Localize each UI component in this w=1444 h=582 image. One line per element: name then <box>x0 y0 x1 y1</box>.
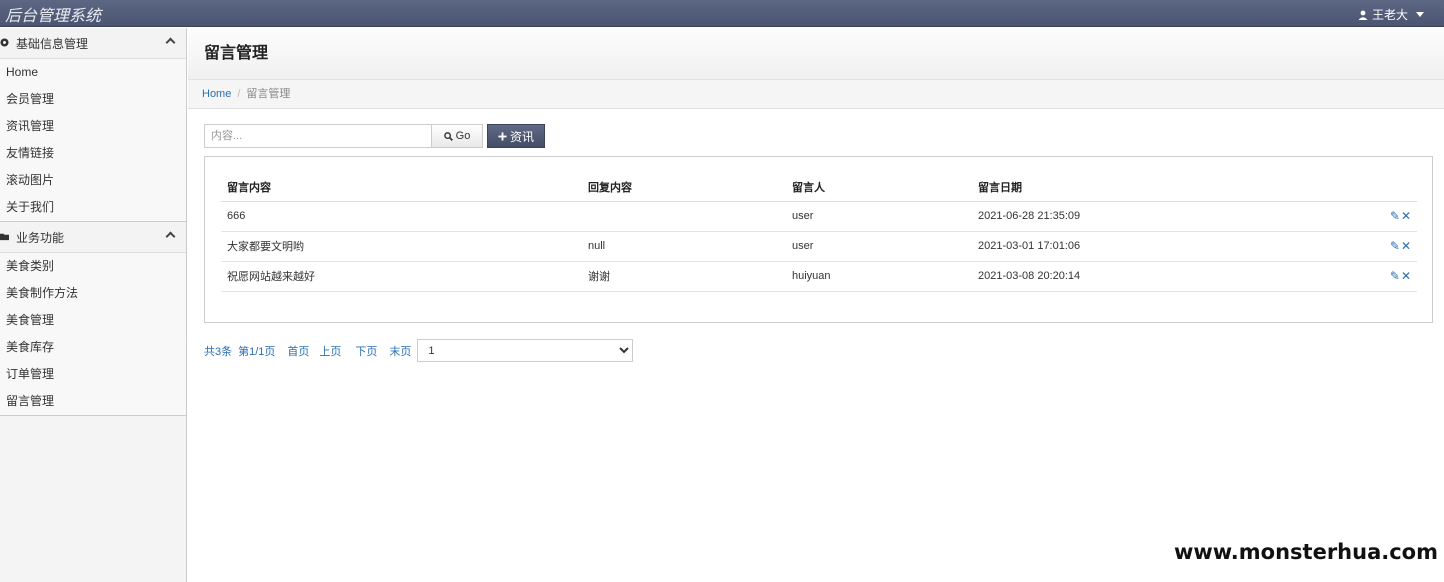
watermark: www.monsterhua.com <box>1169 538 1442 566</box>
cell-date: 2021-03-01 17:01:06 <box>972 231 1332 262</box>
cell-content: 大家都要文明哟 <box>221 231 582 262</box>
page-header: 留言管理 <box>188 28 1444 80</box>
pager-first[interactable]: 首页 <box>287 343 309 359</box>
cell-reply <box>582 201 786 232</box>
breadcrumb-separator: / <box>237 88 241 100</box>
cell-content: 666 <box>221 201 582 232</box>
sidebar-item-messages[interactable]: 留言管理 <box>0 388 186 415</box>
column-header: 留言内容 <box>221 173 582 202</box>
row-actions: ✎✕ <box>1332 261 1417 292</box>
sidebar-item-orders[interactable]: 订单管理 <box>0 361 186 388</box>
cell-date: 2021-03-08 20:20:14 <box>972 261 1332 292</box>
cell-author: huiyuan <box>786 261 972 292</box>
caret-down-icon <box>1416 12 1424 17</box>
cell-reply: 谢谢 <box>582 261 786 292</box>
user-icon <box>1358 10 1368 20</box>
top-navbar: 后台管理系统 王老大 <box>0 0 1444 27</box>
pencil-icon[interactable]: ✎ <box>1390 269 1400 283</box>
table-row: 大家都要文明哟 null user 2021-03-01 17:01:06 ✎✕ <box>221 231 1417 262</box>
table-panel: 留言内容 回复内容 留言人 留言日期 666 user 2021-06-28 2… <box>204 156 1433 323</box>
breadcrumb-home[interactable]: Home <box>202 88 231 100</box>
pager-prev[interactable]: 上页 <box>319 343 341 359</box>
pager-last[interactable]: 末页 <box>389 343 411 359</box>
pager-page-info: 第1/1页 <box>238 345 276 358</box>
sidebar-group-business-items: 美食类别 美食制作方法 美食管理 美食库存 订单管理 留言管理 <box>0 253 186 416</box>
sidebar-item-stock[interactable]: 美食库存 <box>0 334 186 361</box>
search-icon <box>443 131 453 141</box>
pencil-icon[interactable]: ✎ <box>1390 209 1400 223</box>
row-actions: ✎✕ <box>1332 201 1417 232</box>
chevron-up-icon <box>165 37 176 48</box>
add-news-button[interactable]: 资讯 <box>487 124 545 148</box>
sidebar-item-slides[interactable]: 滚动图片 <box>0 167 186 194</box>
toolbar: Go 资讯 <box>204 124 545 148</box>
sidebar-group-label: 基础信息管理 <box>16 36 89 51</box>
sidebar-item-members[interactable]: 会员管理 <box>0 86 186 113</box>
sidebar-group-business[interactable]: 业务功能 <box>0 222 186 253</box>
go-button[interactable]: Go <box>432 124 483 148</box>
pagination: 共3条 第1/1页 首页 上页 下页 末页 1 <box>204 339 634 362</box>
column-header: 留言日期 <box>972 173 1332 202</box>
folder-icon <box>0 233 9 241</box>
table-header-row: 留言内容 回复内容 留言人 留言日期 <box>221 173 1417 202</box>
sidebar-item-about[interactable]: 关于我们 <box>0 194 186 221</box>
sidebar-item-recipes[interactable]: 美食制作方法 <box>0 280 186 307</box>
breadcrumb-current: 留言管理 <box>246 88 291 100</box>
sidebar-item-news[interactable]: 资讯管理 <box>0 113 186 140</box>
sidebar-group-label: 业务功能 <box>16 230 65 245</box>
pager-next[interactable]: 下页 <box>355 343 377 359</box>
sidebar-item-food-category[interactable]: 美食类别 <box>0 253 186 280</box>
column-header: 回复内容 <box>582 173 786 202</box>
sidebar-group-basic[interactable]: 基础信息管理 <box>0 28 186 59</box>
sidebar: 基础信息管理 Home 会员管理 资讯管理 友情链接 滚动图片 关于我们 业务功… <box>0 28 187 582</box>
sidebar-group-basic-items: Home 会员管理 资讯管理 友情链接 滚动图片 关于我们 <box>0 59 186 222</box>
main-content: 留言管理 Home / 留言管理 Go 资讯 留言内容 回复内容 留言人 留言日期 <box>188 28 1444 582</box>
pager-total: 共3条 <box>204 345 233 358</box>
page-title: 留言管理 <box>204 45 269 62</box>
x-icon[interactable]: ✕ <box>1401 239 1411 253</box>
cell-author: user <box>786 231 972 262</box>
x-icon[interactable]: ✕ <box>1401 269 1411 283</box>
row-actions: ✎✕ <box>1332 231 1417 262</box>
app-title: 后台管理系统 <box>5 6 102 25</box>
search-input[interactable] <box>204 124 432 148</box>
table-row: 666 user 2021-06-28 21:35:09 ✎✕ <box>221 201 1417 232</box>
messages-table: 留言内容 回复内容 留言人 留言日期 666 user 2021-06-28 2… <box>221 173 1417 292</box>
cell-reply: null <box>582 231 786 262</box>
page-select[interactable]: 1 <box>417 339 634 362</box>
dashboard-icon <box>0 38 9 47</box>
column-header-actions <box>1332 173 1417 202</box>
user-name: 王老大 <box>1371 8 1408 22</box>
sidebar-item-home[interactable]: Home <box>0 59 186 86</box>
cell-date: 2021-06-28 21:35:09 <box>972 201 1332 232</box>
add-label: 资讯 <box>509 129 534 144</box>
table-row: 祝愿网站越来越好 谢谢 huiyuan 2021-03-08 20:20:14 … <box>221 261 1417 292</box>
plus-icon <box>498 131 507 141</box>
cell-author: user <box>786 201 972 232</box>
x-icon[interactable]: ✕ <box>1401 209 1411 223</box>
column-header: 留言人 <box>786 173 972 202</box>
go-label: Go <box>455 130 471 142</box>
pencil-icon[interactable]: ✎ <box>1390 239 1400 253</box>
chevron-up-icon <box>165 231 176 242</box>
sidebar-item-links[interactable]: 友情链接 <box>0 140 186 167</box>
sidebar-item-food[interactable]: 美食管理 <box>0 307 186 334</box>
breadcrumb: Home / 留言管理 <box>188 80 1444 109</box>
cell-content: 祝愿网站越来越好 <box>221 261 582 292</box>
user-menu[interactable]: 王老大 <box>1358 6 1424 23</box>
